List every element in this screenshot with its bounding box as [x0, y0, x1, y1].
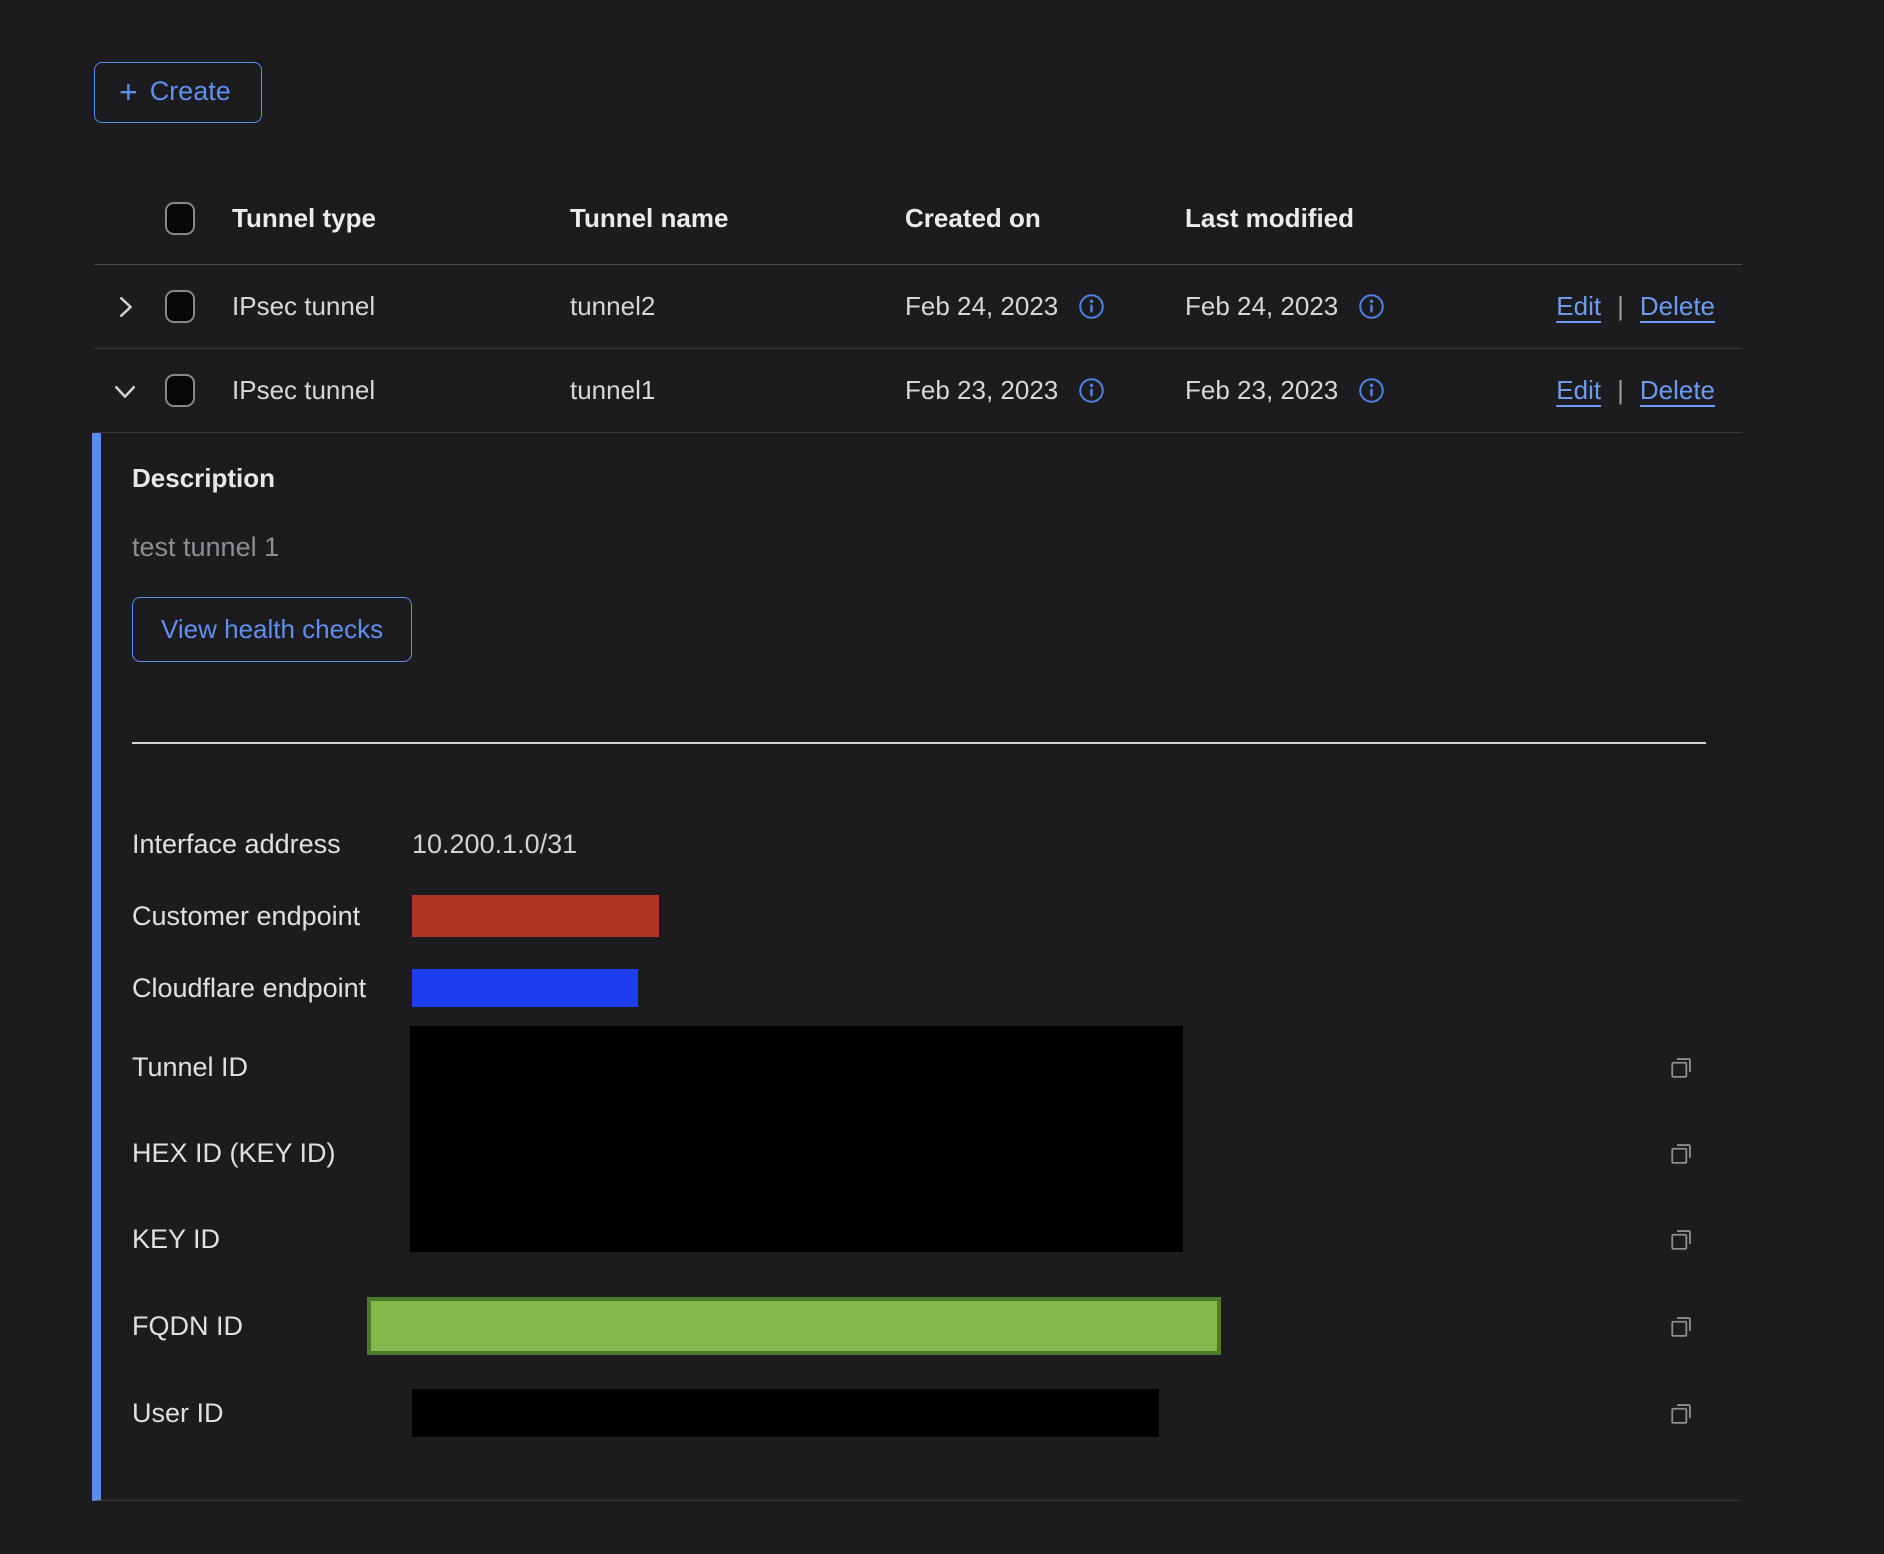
table-row: IPsec tunnel tunnel2 Feb 24, 2023 Feb 24… [94, 265, 1742, 349]
detail-row-customer-endpoint: Customer endpoint [132, 880, 1740, 952]
header-created-on: Created on [905, 203, 1185, 234]
select-all-checkbox[interactable] [165, 202, 195, 235]
info-icon[interactable] [1078, 377, 1105, 404]
description-label: Description [132, 463, 1740, 494]
detail-label: HEX ID (KEY ID) [132, 1138, 412, 1169]
action-separator: | [1617, 375, 1624, 406]
customer-endpoint-redaction [412, 895, 659, 937]
id-group: Tunnel ID HEX ID (KEY ID) KEY ID [132, 1024, 1740, 1282]
detail-row-fqdn-id: FQDN ID [132, 1282, 1740, 1370]
tunnel-name-cell: tunnel2 [570, 291, 905, 322]
created-on-cell: Feb 24, 2023 [905, 291, 1058, 322]
copy-icon[interactable] [1668, 1054, 1695, 1081]
tunnels-page: + Create Tunnel type Tunnel name Created… [0, 0, 1884, 1501]
plus-icon: + [119, 79, 138, 105]
delete-link[interactable]: Delete [1640, 375, 1715, 406]
tunnel-name-cell: tunnel1 [570, 375, 905, 406]
last-modified-cell: Feb 24, 2023 [1185, 291, 1338, 322]
info-icon[interactable] [1078, 293, 1105, 320]
copy-icon[interactable] [1668, 1313, 1695, 1340]
copy-icon[interactable] [1668, 1400, 1695, 1427]
tunnels-table: Tunnel type Tunnel name Created on Last … [94, 173, 1742, 1501]
tunnel-detail-panel: Description test tunnel 1 View health ch… [92, 433, 1740, 1501]
header-tunnel-name: Tunnel name [570, 203, 905, 234]
detail-label: User ID [132, 1398, 412, 1429]
tunnel-details-list: Interface address 10.200.1.0/31 Customer… [132, 808, 1740, 1456]
interface-address-value: 10.200.1.0/31 [412, 829, 577, 860]
header-last-modified: Last modified [1185, 203, 1465, 234]
edit-link[interactable]: Edit [1556, 375, 1601, 406]
row-checkbox[interactable] [165, 290, 195, 323]
user-id-redaction [412, 1389, 1159, 1437]
panel-divider [132, 742, 1706, 744]
copy-icon[interactable] [1668, 1140, 1695, 1167]
delete-link[interactable]: Delete [1640, 291, 1715, 322]
edit-link[interactable]: Edit [1556, 291, 1601, 322]
detail-label: Interface address [132, 829, 412, 860]
detail-row-interface-address: Interface address 10.200.1.0/31 [132, 808, 1740, 880]
fqdn-id-redaction [367, 1297, 1221, 1355]
table-header-row: Tunnel type Tunnel name Created on Last … [94, 173, 1742, 265]
table-row: IPsec tunnel tunnel1 Feb 23, 2023 Feb 23… [94, 349, 1742, 433]
tunnel-type-cell: IPsec tunnel [232, 291, 570, 322]
info-icon[interactable] [1358, 377, 1385, 404]
ids-redaction [410, 1026, 1183, 1252]
description-value: test tunnel 1 [132, 532, 1740, 563]
view-health-checks-button[interactable]: View health checks [132, 597, 412, 662]
chevron-right-icon[interactable] [110, 292, 140, 322]
last-modified-cell: Feb 23, 2023 [1185, 375, 1338, 406]
cloudflare-endpoint-redaction [412, 969, 638, 1007]
detail-row-user-id: User ID [132, 1370, 1740, 1456]
detail-label: Customer endpoint [132, 901, 412, 932]
create-button-label: Create [150, 76, 231, 107]
copy-icon[interactable] [1668, 1226, 1695, 1253]
header-tunnel-type: Tunnel type [232, 203, 570, 234]
detail-label: Tunnel ID [132, 1052, 412, 1083]
detail-label: Cloudflare endpoint [132, 973, 412, 1004]
created-on-cell: Feb 23, 2023 [905, 375, 1058, 406]
info-icon[interactable] [1358, 293, 1385, 320]
row-checkbox[interactable] [165, 374, 195, 407]
tunnel-type-cell: IPsec tunnel [232, 375, 570, 406]
create-button[interactable]: + Create [94, 62, 262, 123]
action-separator: | [1617, 291, 1624, 322]
detail-row-cloudflare-endpoint: Cloudflare endpoint [132, 952, 1740, 1024]
detail-label: KEY ID [132, 1224, 412, 1255]
chevron-down-icon[interactable] [110, 376, 140, 406]
